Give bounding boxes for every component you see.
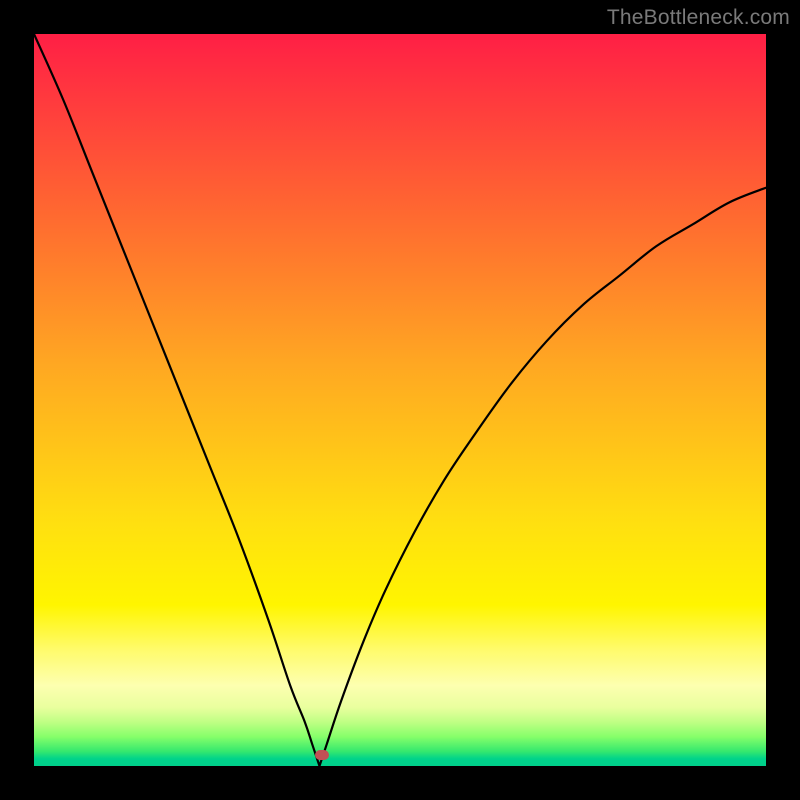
- curve-path: [34, 34, 766, 766]
- chart-plot-area: [34, 34, 766, 766]
- bottleneck-curve: [34, 34, 766, 766]
- watermark-text: TheBottleneck.com: [607, 6, 790, 30]
- optimal-point-marker: [315, 750, 329, 760]
